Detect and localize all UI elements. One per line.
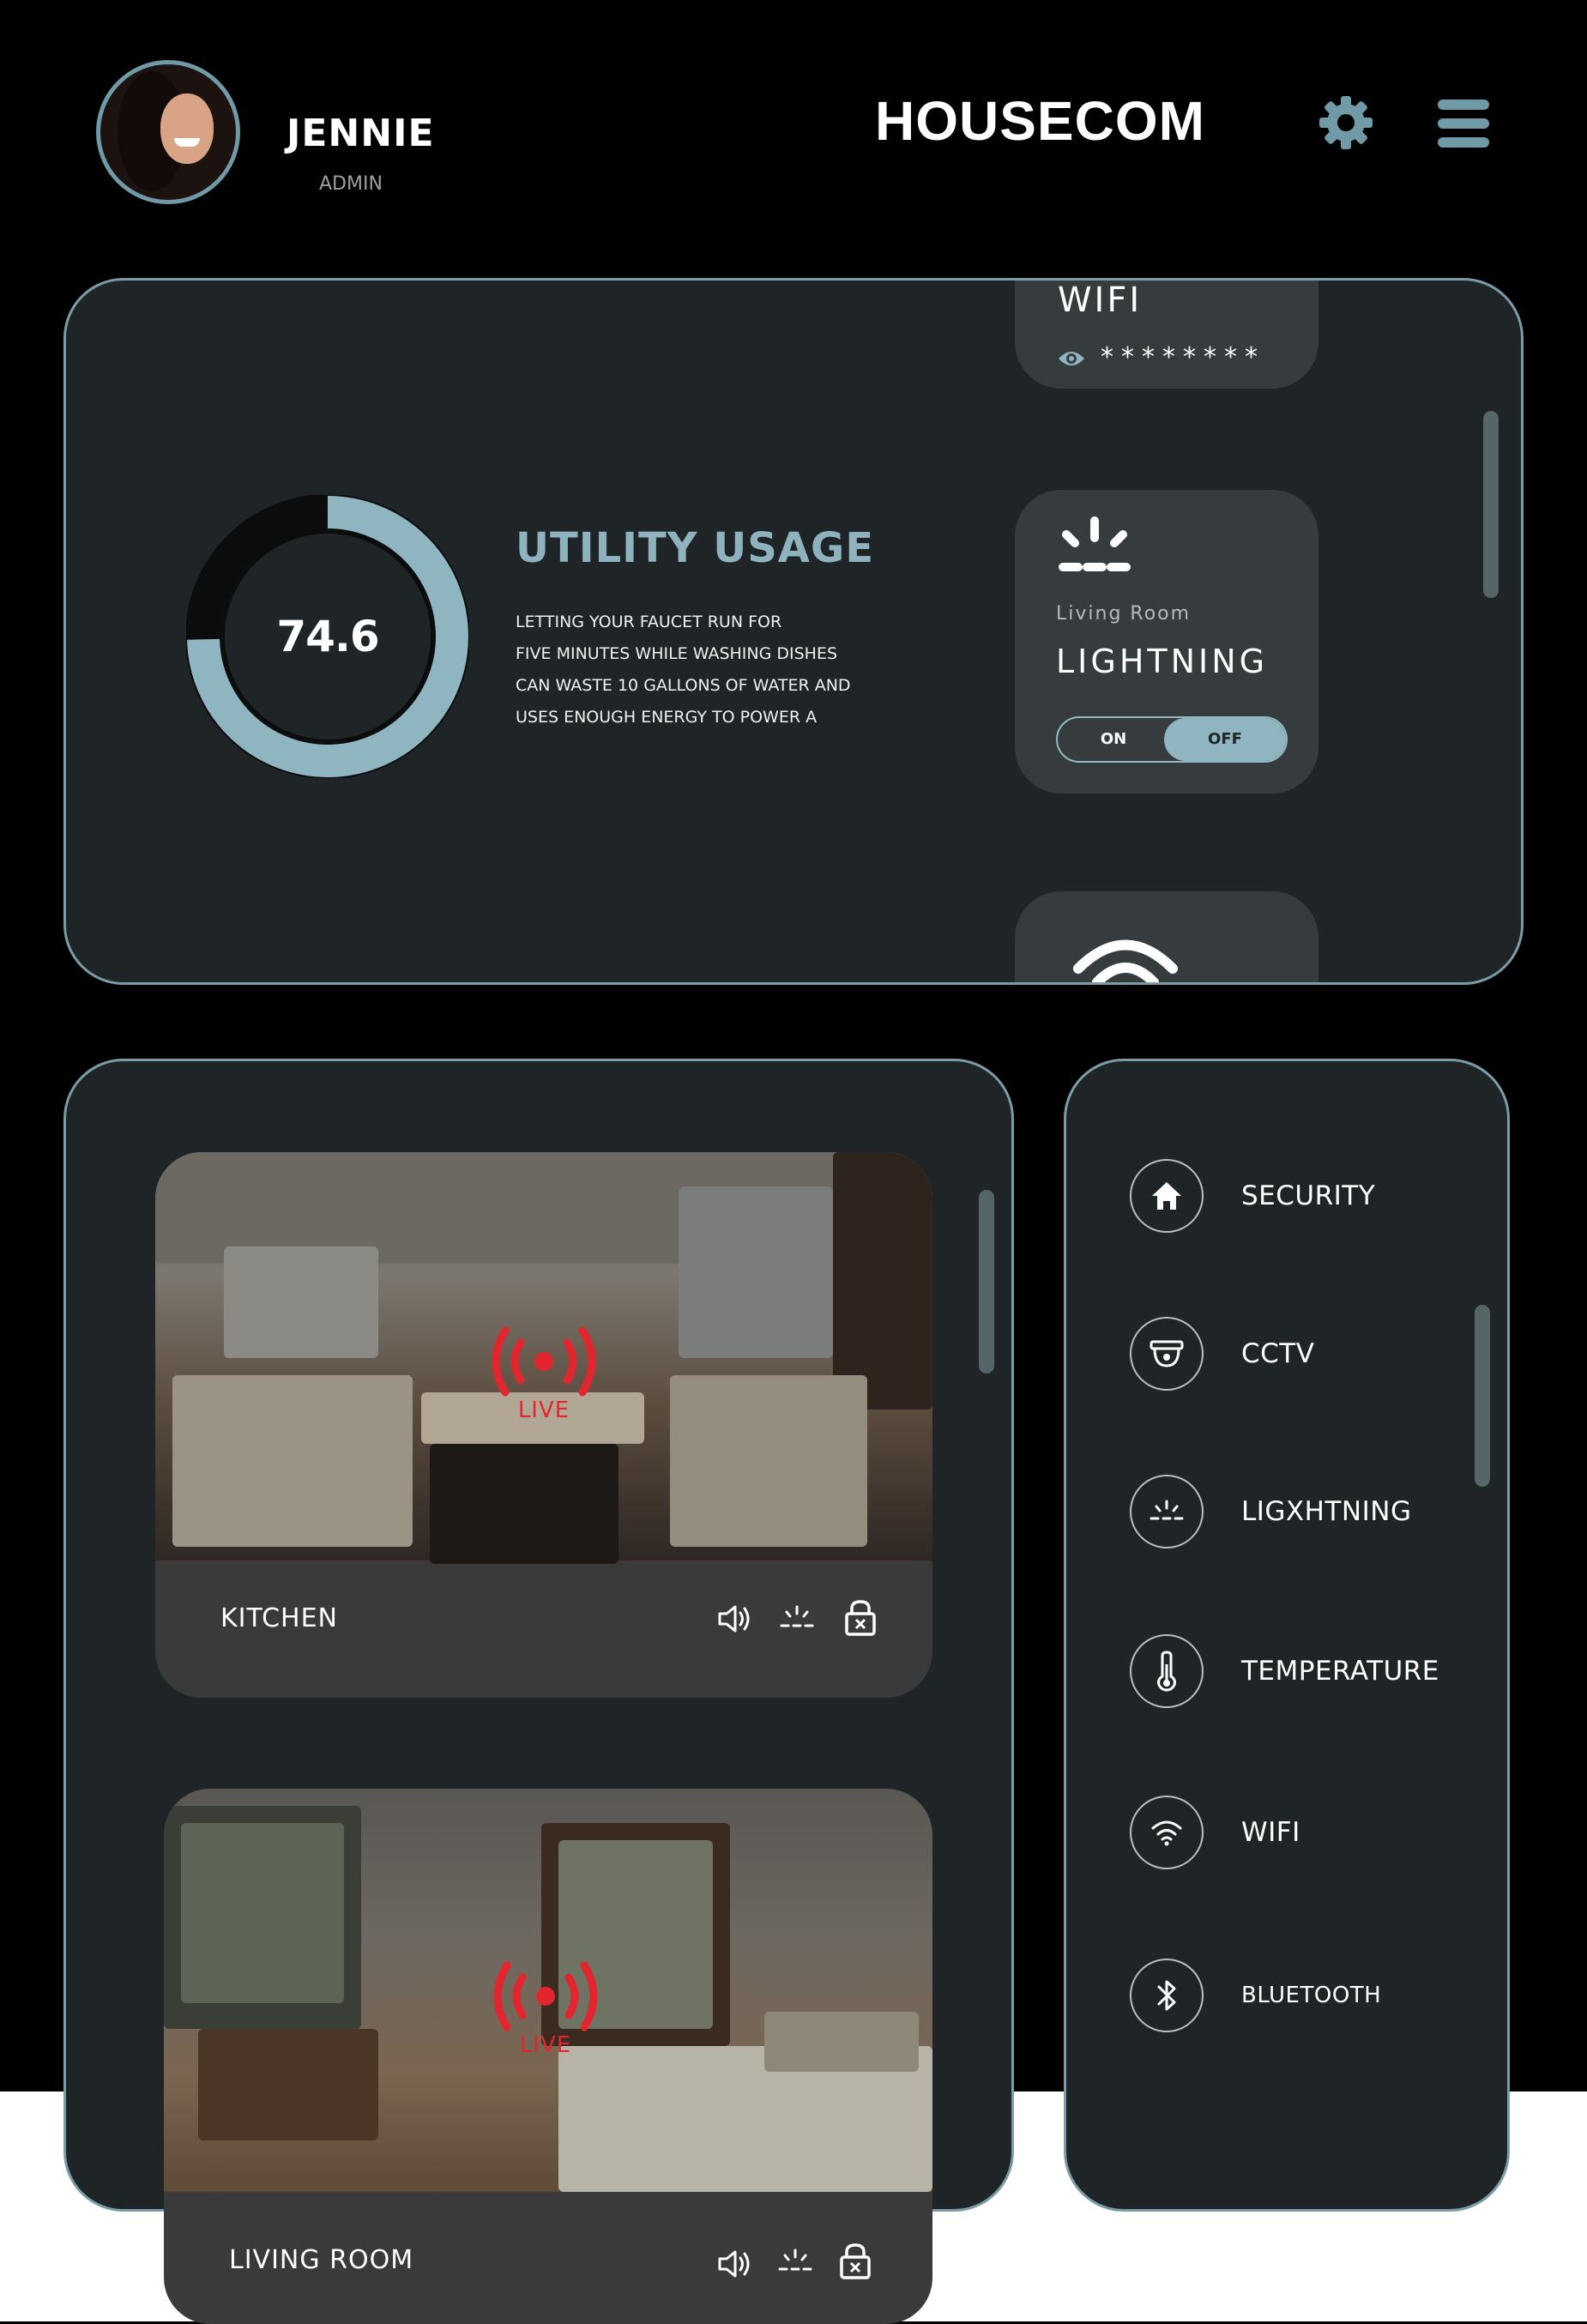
cameras-scrollbar[interactable]: [979, 1190, 994, 1373]
menu-button[interactable]: [1438, 100, 1489, 148]
user-name: JENNIE: [287, 112, 435, 155]
wifi-card[interactable]: WIFI ********: [1015, 281, 1318, 389]
eye-icon[interactable]: [1058, 349, 1085, 368]
nav-label: SECURITY: [1241, 1180, 1376, 1211]
light-icon: [1059, 516, 1131, 571]
nav-label: BLUETOOTH: [1241, 1983, 1382, 2008]
utility-title: UTILITY USAGE: [516, 524, 875, 572]
utility-panel: 74.6 UTILITY USAGE LETTING YOUR FAUCET R…: [63, 278, 1524, 985]
home-icon: [1130, 1159, 1204, 1233]
nav-item-lighting[interactable]: LIGXHTNING: [1130, 1473, 1411, 1550]
lighting-card[interactable]: Living Room LIGHTNING ON OFF: [1015, 490, 1318, 794]
camera-name: LIVING ROOM: [229, 2245, 414, 2275]
lighting-title: LIGHTNING: [1056, 643, 1269, 680]
utility-value: 74.6: [276, 612, 379, 661]
cctv-camera-icon: [1130, 1317, 1204, 1391]
light-icon: [1130, 1475, 1204, 1548]
gear-icon: [1319, 96, 1373, 149]
nav-label: WIFI: [1241, 1817, 1300, 1848]
navigation-scrollbar[interactable]: [1475, 1305, 1490, 1487]
live-label: LIVE: [517, 1397, 570, 1423]
camera-card-kitchen[interactable]: LIVE KITCHEN: [155, 1152, 932, 1698]
live-label: LIVE: [519, 2032, 572, 2058]
nav-item-bluetooth[interactable]: BLUETOOTH: [1130, 1957, 1381, 2034]
lock-icon[interactable]: [842, 1598, 879, 1636]
lighting-toggle[interactable]: ON OFF: [1056, 716, 1288, 763]
toggle-on-label[interactable]: ON: [1058, 718, 1169, 761]
live-broadcast-icon: [492, 1326, 596, 1397]
toggle-off-label[interactable]: OFF: [1164, 718, 1286, 761]
wifi-card-title: WIFI: [1058, 281, 1143, 320]
camera-card-living-room[interactable]: LIVE LIVING ROOM: [164, 1789, 932, 2324]
bluetooth-icon: [1130, 1959, 1204, 2032]
brand-logo: HOUSECOM: [875, 90, 1205, 152]
navigation-panel: SECURITY CCTV LIGXHTNING TEMPERATURE WIF…: [1064, 1059, 1510, 2212]
cameras-panel: LIVE KITCHEN LIVE LIVING ROOM: [63, 1059, 1014, 2324]
nav-item-security[interactable]: SECURITY: [1130, 1157, 1375, 1234]
lock-icon[interactable]: [836, 2242, 874, 2279]
camera-name: KITCHEN: [220, 1603, 338, 1633]
utility-scrollbar[interactable]: [1483, 411, 1499, 598]
nav-label: CCTV: [1241, 1338, 1315, 1369]
live-indicator: LIVE: [488, 1324, 600, 1427]
lighting-room: Living Room: [1056, 603, 1192, 625]
settings-button[interactable]: [1318, 94, 1374, 151]
avatar[interactable]: [96, 60, 240, 204]
user-role: ADMIN: [319, 173, 383, 195]
wifi-icon: [1130, 1796, 1204, 1869]
hamburger-menu-icon: [1438, 100, 1489, 110]
wifi-icon: [1073, 939, 1178, 982]
thermometer-icon: [1130, 1634, 1204, 1708]
nav-label: TEMPERATURE: [1241, 1656, 1439, 1687]
wifi-signal-card[interactable]: [1015, 891, 1318, 982]
nav-label: LIGXHTNING: [1241, 1496, 1412, 1527]
light-icon[interactable]: [778, 1600, 816, 1638]
utility-description: LETTING YOUR FAUCET RUN FOR FIVE MINUTES…: [516, 613, 851, 727]
nav-item-cctv[interactable]: CCTV: [1130, 1315, 1314, 1392]
light-icon[interactable]: [776, 2243, 814, 2281]
live-broadcast-icon: [493, 1961, 598, 2031]
speaker-icon[interactable]: [716, 1600, 754, 1638]
nav-item-wifi[interactable]: WIFI: [1130, 1794, 1300, 1871]
live-indicator: LIVE: [490, 1959, 601, 2061]
living-room-camera-feed[interactable]: LIVE: [164, 1789, 932, 2192]
speaker-icon[interactable]: [716, 2245, 754, 2283]
kitchen-camera-feed[interactable]: LIVE: [155, 1152, 932, 1564]
wifi-password: ********: [1101, 342, 1265, 372]
nav-item-temperature[interactable]: TEMPERATURE: [1130, 1633, 1439, 1710]
